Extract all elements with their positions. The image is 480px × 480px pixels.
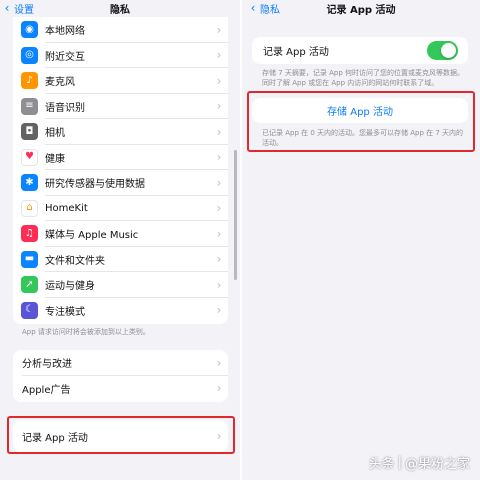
list-item-files-folders[interactable]: ▬ 文件和文件夹 › bbox=[13, 247, 228, 272]
save-app-activity-button[interactable]: 存储 App 活动 bbox=[252, 98, 468, 123]
save-description: 已记录 App 在 0 天内的活动。您最多可以存储 App 在 7 天内的活动。 bbox=[262, 129, 464, 147]
privacy-screen: ‹ 设置 隐私 ◉ 本地网络 › ◎ 附近交互 › ♪ 麦克风 › ≡ 语音识别… bbox=[0, 0, 240, 480]
list-item-homekit[interactable]: ⌂ HomeKit › bbox=[13, 196, 228, 221]
list-item-nearby-interaction[interactable]: ◎ 附近交互 › bbox=[13, 43, 228, 68]
watermark-source: 头条 bbox=[368, 457, 395, 472]
switch-knob bbox=[441, 43, 456, 58]
toggle-label: 记录 App 活动 bbox=[263, 47, 329, 58]
chevron-right-icon: › bbox=[216, 22, 222, 37]
toggle-description: 存储 7 天摘要，记录 App 何时访问了您的位置或麦克风等数据。同时了解 Ap… bbox=[262, 69, 465, 87]
scrollbar[interactable] bbox=[234, 150, 237, 280]
chevron-right-icon: › bbox=[216, 175, 222, 190]
chevron-right-icon: › bbox=[216, 355, 222, 370]
music-note-icon: ♫ bbox=[21, 225, 38, 243]
speech-waveform-icon: ≡ bbox=[21, 97, 38, 115]
record-app-activity-screen: ‹ 隐私 记录 App 活动 记录 App 活动 存储 7 天摘要，记录 App… bbox=[242, 0, 480, 480]
list-item-analytics-improvements[interactable]: 分析与改进 › bbox=[13, 350, 228, 376]
list-item-apple-advertising[interactable]: Apple广告 › bbox=[13, 376, 228, 402]
list-item-research-sensor[interactable]: ✱ 研究传感器与使用数据 › bbox=[13, 170, 228, 196]
chevron-right-icon: › bbox=[216, 201, 222, 216]
watermark: 头条 | @果粉之家 bbox=[369, 453, 470, 472]
list-item-media-apple-music[interactable]: ♫ 媒体与 Apple Music › bbox=[13, 221, 228, 247]
chevron-right-icon: › bbox=[216, 99, 222, 114]
analytics-group: 分析与改进 › Apple广告 › bbox=[13, 350, 228, 402]
chevron-right-icon: › bbox=[216, 252, 222, 267]
chevron-right-icon: › bbox=[216, 277, 222, 292]
permission-category-list: ◉ 本地网络 › ◎ 附近交互 › ♪ 麦克风 › ≡ 语音识别 › ◘ 相机 … bbox=[13, 17, 228, 324]
chevron-right-icon: › bbox=[216, 73, 222, 88]
nearby-interaction-icon: ◎ bbox=[21, 46, 38, 64]
research-icon: ✱ bbox=[21, 174, 38, 192]
record-activity-nav-bar: ‹ 隐私 记录 App 活动 bbox=[242, 0, 480, 16]
page-title: 记录 App 活动 bbox=[326, 5, 396, 16]
record-activity-toggle-row: 记录 App 活动 bbox=[252, 37, 468, 64]
focus-moon-icon: ☾ bbox=[21, 301, 38, 319]
chevron-right-icon: › bbox=[216, 150, 222, 165]
chevron-right-icon: › bbox=[216, 124, 222, 139]
microphone-icon: ♪ bbox=[21, 72, 38, 90]
list-item-local-network[interactable]: ◉ 本地网络 › bbox=[13, 17, 228, 43]
homekit-house-icon: ⌂ bbox=[21, 199, 38, 217]
camera-icon: ◘ bbox=[21, 123, 38, 141]
category-footnote: App 请求访问时将会被添加到以上类别。 bbox=[22, 328, 150, 336]
list-item-motion-fitness[interactable]: ➚ 运动与健身 › bbox=[13, 272, 228, 298]
watermark-author: @果粉之家 bbox=[404, 457, 470, 472]
folder-icon: ▬ bbox=[21, 250, 38, 268]
list-item-speech-recognition[interactable]: ≡ 语音识别 › bbox=[13, 94, 228, 119]
record-activity-group: 记录 App 活动 › bbox=[13, 420, 228, 452]
list-item-microphone[interactable]: ♪ 麦克风 › bbox=[13, 68, 228, 94]
list-item-camera[interactable]: ◘ 相机 › bbox=[13, 119, 228, 145]
chevron-right-icon: › bbox=[216, 303, 222, 318]
list-item-record-app-activity[interactable]: 记录 App 活动 › bbox=[13, 420, 228, 452]
record-activity-switch[interactable] bbox=[427, 41, 458, 60]
watermark-separator: | bbox=[397, 455, 402, 470]
privacy-nav-bar: ‹ 设置 隐私 bbox=[0, 0, 240, 16]
chevron-right-icon: › bbox=[216, 226, 222, 241]
list-item-health[interactable]: ♥ 健康 › bbox=[13, 145, 228, 170]
chevron-right-icon: › bbox=[216, 381, 222, 396]
page-title: 隐私 bbox=[110, 5, 130, 16]
list-item-focus[interactable]: ☾ 专注模式 › bbox=[13, 298, 228, 324]
chevron-right-icon: › bbox=[216, 48, 222, 63]
health-heart-icon: ♥ bbox=[21, 148, 38, 166]
chevron-right-icon: › bbox=[216, 429, 222, 443]
fitness-runner-icon: ➚ bbox=[21, 276, 38, 294]
globe-network-icon: ◉ bbox=[21, 21, 38, 39]
